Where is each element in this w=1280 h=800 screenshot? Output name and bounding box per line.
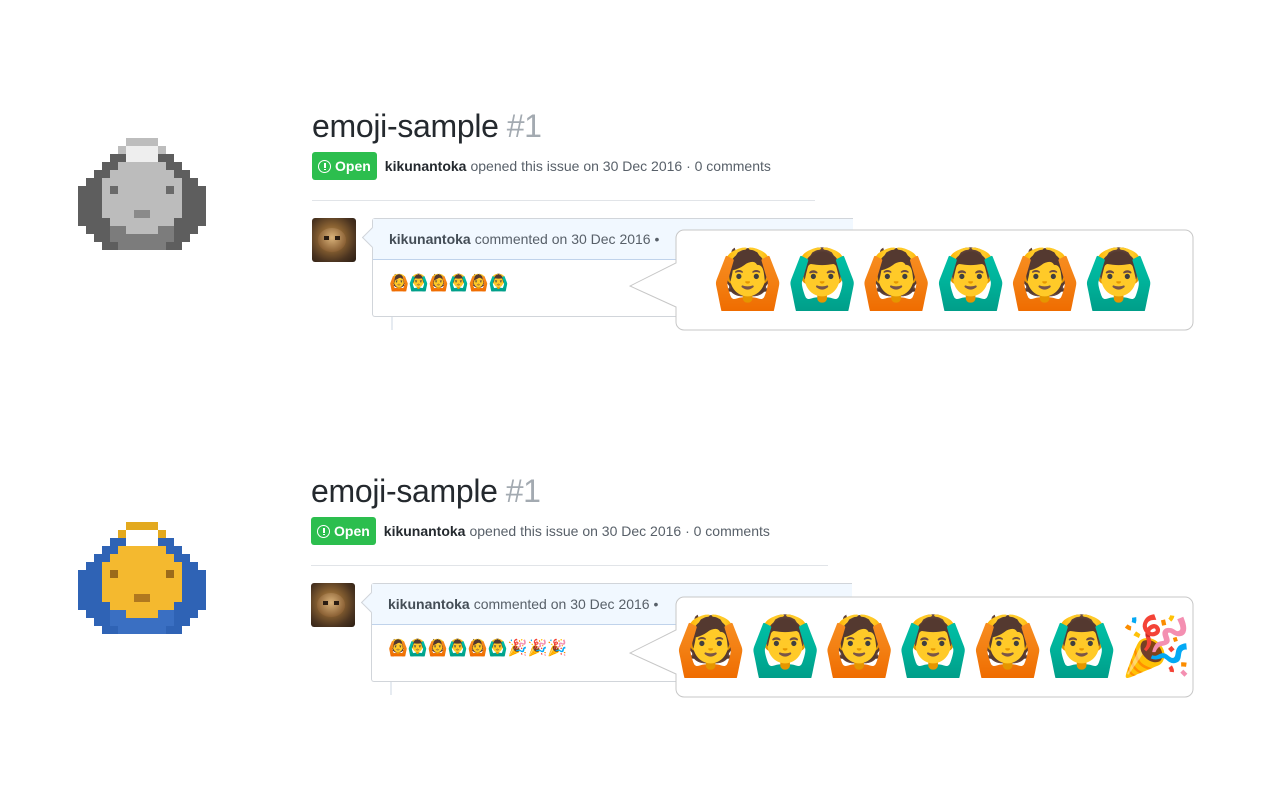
issue-header: emoji-sample #1 Open kikunantoka opened t… [312, 106, 771, 180]
header-divider [312, 200, 815, 201]
issue-title: emoji-sample #1 [312, 106, 771, 146]
issue-opened-icon [318, 159, 331, 173]
status-badge: Open [311, 517, 376, 545]
status-badge-label: Open [335, 158, 371, 174]
color-emoji-icon [78, 514, 206, 642]
issue-title: emoji-sample #1 [311, 471, 770, 511]
issue-opened-text: opened this issue on 30 Dec 2016 · 0 com… [469, 523, 770, 539]
issue-opened-icon [317, 524, 330, 538]
zoom-callout: 🙆🙆‍♂️🙆🙆‍♂️🙆🙆‍♂️🎉 [629, 596, 1195, 698]
grayscale-emoji-icon [78, 130, 206, 258]
header-divider [311, 565, 828, 566]
timeline-line [390, 681, 392, 695]
issue-opened-text: opened this issue on 30 Dec 2016 · 0 com… [470, 158, 771, 174]
panel-top: emoji-sample #1 Open kikunantoka opened t… [0, 0, 1280, 400]
issue-repo-name: emoji-sample [312, 108, 499, 144]
zoom-callout: 🙆🙆‍♂️🙆🙆‍♂️🙆🙆‍♂️ [629, 229, 1194, 331]
panel-bottom: emoji-sample #1 Open kikunantoka opened t… [0, 365, 1280, 765]
callout-emoji: 🙆🙆‍♂️🙆🙆‍♂️🙆🙆‍♂️ [711, 246, 1158, 312]
issue-number: #1 [505, 473, 541, 509]
status-badge: Open [312, 152, 377, 180]
issue-author-link[interactable]: kikunantoka [385, 158, 467, 174]
issue-author-link[interactable]: kikunantoka [384, 523, 466, 539]
issue-repo-name: emoji-sample [311, 473, 498, 509]
callout-emoji: 🙆🙆‍♂️🙆🙆‍♂️🙆🙆‍♂️🎉 [674, 613, 1195, 679]
avatar[interactable] [311, 583, 355, 627]
timeline-line [391, 316, 393, 330]
status-badge-label: Open [334, 523, 370, 539]
issue-header: emoji-sample #1 Open kikunantoka opened t… [311, 471, 770, 545]
comment-author-link[interactable]: kikunantoka [389, 231, 471, 247]
issue-number: #1 [506, 108, 542, 144]
avatar[interactable] [312, 218, 356, 262]
issue-meta: Open kikunantoka opened this issue on 30… [312, 152, 771, 180]
comment-author-link[interactable]: kikunantoka [388, 596, 470, 612]
issue-meta: Open kikunantoka opened this issue on 30… [311, 517, 770, 545]
